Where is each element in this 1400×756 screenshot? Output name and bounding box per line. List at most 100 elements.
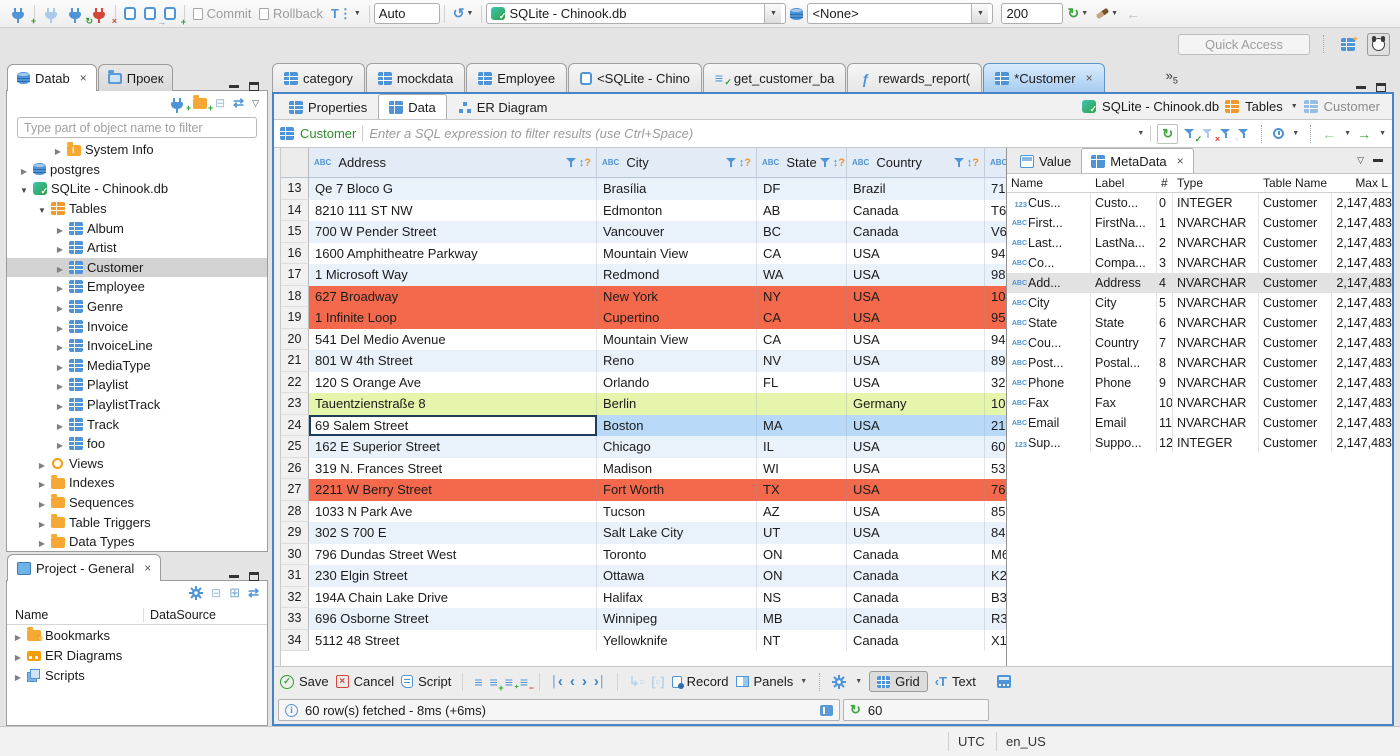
cell-state[interactable]: ON <box>757 565 847 587</box>
row-number[interactable]: 34 <box>281 629 309 651</box>
new-connection-button[interactable]: + <box>169 97 191 113</box>
cell-address[interactable]: Qe 7 Bloco G <box>309 178 597 200</box>
cell-country[interactable]: Germany <box>847 393 985 415</box>
expand-arrow-icon[interactable] <box>13 648 23 663</box>
cell-city[interactable]: Toronto <box>597 543 757 565</box>
expand-arrow-icon[interactable] <box>55 397 65 412</box>
column-header-address[interactable]: ABC Address ↕? <box>309 148 597 178</box>
column-header-name[interactable]: Name <box>7 607 144 622</box>
table-row[interactable]: 22 120 S Orange Ave Orlando FL USA 32 <box>281 371 1006 393</box>
row-number[interactable]: 29 <box>281 522 309 544</box>
expand-arrow-icon[interactable] <box>55 417 65 432</box>
back-button[interactable]: ← <box>1122 3 1144 25</box>
chevron-down-icon[interactable]: ▼ <box>1291 103 1298 110</box>
transaction-mode-button[interactable]: T⋮ ▼ <box>327 3 365 25</box>
cell-state[interactable] <box>757 393 847 415</box>
tree-item[interactable]: Customer <box>7 257 267 278</box>
breadcrumb-tables[interactable]: Tables <box>1245 99 1283 114</box>
breadcrumb-connection[interactable]: SQLite - Chinook.db <box>1102 99 1219 114</box>
tree-item[interactable]: Data Types <box>7 532 267 552</box>
tree-item[interactable]: PlaylistTrack <box>7 395 267 415</box>
column-header-state[interactable]: ABC State ↕? <box>757 148 847 178</box>
tree-item[interactable]: Genre <box>7 297 267 317</box>
cell-city[interactable]: Mountain View <box>597 242 757 264</box>
cell-country[interactable]: USA <box>847 328 985 350</box>
row-number[interactable]: 26 <box>281 457 309 479</box>
tree-item[interactable]: Playlist <box>7 375 267 395</box>
cell-address[interactable]: 796 Dundas Street West <box>309 543 597 565</box>
schema-combo[interactable]: <None> ▼ <box>807 3 994 24</box>
cell-state[interactable]: NY <box>757 285 847 307</box>
cell-postal[interactable]: B3 <box>985 587 1006 609</box>
auto-refresh-icon[interactable] <box>1273 128 1285 139</box>
cell-state[interactable]: AZ <box>757 500 847 522</box>
row-number[interactable]: 28 <box>281 500 309 522</box>
text-view-button[interactable]: ‹T Text <box>935 674 976 689</box>
close-icon[interactable]: × <box>80 71 87 85</box>
cell-state[interactable]: ON <box>757 543 847 565</box>
row-number[interactable]: 24 <box>281 414 309 436</box>
delete-row-icon[interactable]: ≡ − <box>520 675 534 693</box>
collapse-all-icon[interactable]: ⊟ <box>215 96 225 110</box>
maximize-icon[interactable] <box>249 82 259 91</box>
cell-country[interactable]: USA <box>847 242 985 264</box>
cell-state[interactable]: WI <box>757 457 847 479</box>
apply-filter-icon[interactable]: ✓ <box>1184 128 1202 143</box>
record-button[interactable]: Record <box>671 674 729 689</box>
chevron-down-icon[interactable]: ▼ <box>1137 130 1144 137</box>
expand-all-icon[interactable]: ⊞ <box>229 585 240 601</box>
collapse-all-icon[interactable]: ⊟ <box>211 586 221 600</box>
cell-postal[interactable]: 98 <box>985 264 1006 286</box>
cell-address[interactable]: 1 Infinite Loop <box>309 307 597 329</box>
filter-icon[interactable] <box>953 157 966 169</box>
editor-tab[interactable]: *Customer × <box>983 63 1105 92</box>
cell-city[interactable]: New York <box>597 285 757 307</box>
cell-city[interactable]: Orlando <box>597 371 757 393</box>
gear-icon[interactable] <box>189 586 204 600</box>
row-number[interactable]: 13 <box>281 178 309 200</box>
row-number[interactable]: 30 <box>281 543 309 565</box>
row-number[interactable]: 19 <box>281 307 309 329</box>
tab-value[interactable]: Value <box>1010 148 1081 173</box>
tree-item[interactable]: Indexes <box>7 473 267 493</box>
cell-address[interactable]: 194A Chain Lake Drive <box>309 586 597 608</box>
cell-city[interactable]: Brasília <box>597 178 757 200</box>
cell-postal[interactable]: V6 <box>985 221 1006 243</box>
metadata-row[interactable]: Cou... Country 7 NVARCHAR Customer 2,147… <box>1007 333 1392 353</box>
expand-arrow-icon[interactable] <box>37 515 47 530</box>
disconnect-button[interactable]: × <box>87 5 117 26</box>
table-row[interactable]: 31 230 Elgin Street Ottawa ON Canada K2 <box>281 565 1006 587</box>
cell-country[interactable]: Canada <box>847 608 985 630</box>
row-number[interactable]: 31 <box>281 565 309 587</box>
expand-arrow-icon[interactable] <box>55 436 65 451</box>
row-number[interactable]: 22 <box>281 371 309 393</box>
tab-data[interactable]: Data <box>378 94 447 119</box>
chevron-down-icon[interactable]: ▼ <box>1292 130 1299 137</box>
tree-item[interactable]: InvoiceLine <box>7 336 267 356</box>
tree-item[interactable]: System Info <box>7 140 267 160</box>
expand-arrow-icon[interactable] <box>37 201 47 216</box>
tree-item[interactable]: Invoice <box>7 316 267 336</box>
row-number[interactable]: 23 <box>281 393 309 415</box>
table-row[interactable]: 33 696 Osborne Street Winnipeg MB Canada… <box>281 608 1006 630</box>
cell-country[interactable]: Canada <box>847 543 985 565</box>
tree-item[interactable]: Tables <box>7 199 267 219</box>
column-header-number[interactable]: # <box>1157 176 1173 190</box>
cell-country[interactable]: Canada <box>847 199 985 221</box>
table-row[interactable]: 18 627 Broadway New York NY USA 10 <box>281 285 1006 307</box>
commit-mode-combo[interactable]: Auto <box>373 3 440 24</box>
cell-country[interactable]: Canada <box>847 221 985 243</box>
metadata-row[interactable]: City City 5 NVARCHAR Customer 2,147,483 <box>1007 293 1392 313</box>
cell-postal[interactable]: M6 <box>985 544 1006 566</box>
new-sql-script-button[interactable]: + <box>160 4 186 27</box>
table-row[interactable]: 30 796 Dundas Street West Toronto ON Can… <box>281 543 1006 566</box>
cell-country[interactable]: USA <box>847 350 985 372</box>
tab-projects[interactable]: Проек <box>97 64 174 91</box>
next-page-icon[interactable]: → <box>1357 126 1371 142</box>
cell-city[interactable]: Tucson <box>597 500 757 522</box>
cell-city[interactable]: Yellowknife <box>597 629 757 651</box>
tree-item[interactable]: Bookmarks <box>7 625 267 645</box>
tree-item[interactable]: foo <box>7 434 267 454</box>
cell-postal[interactable]: 94 <box>985 329 1006 351</box>
tab-er-diagram[interactable]: ER Diagram <box>447 94 559 119</box>
